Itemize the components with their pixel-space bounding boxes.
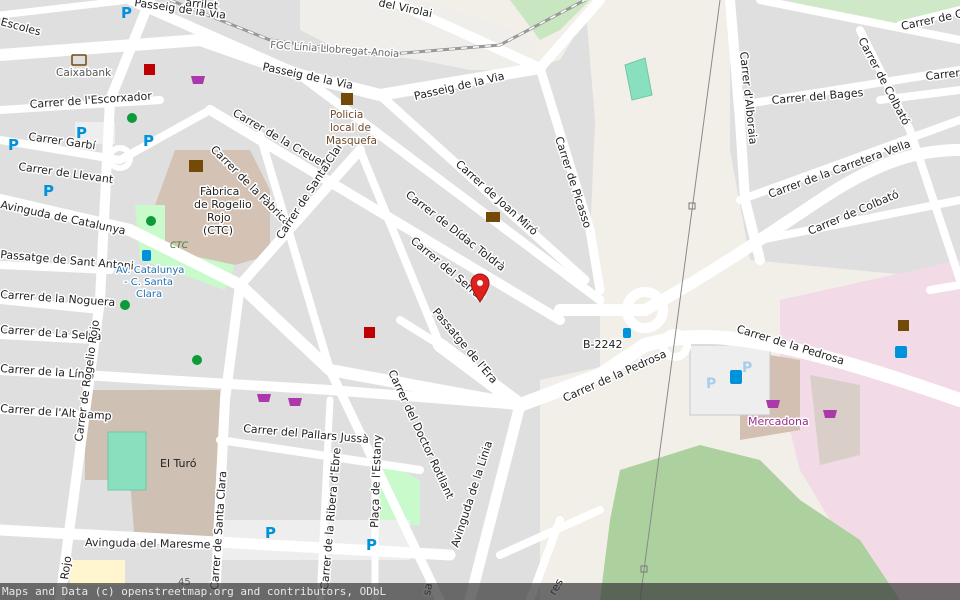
- poi-label-bus-stop-3: Clara: [136, 289, 162, 300]
- poi-label-bus-stop-2: - C. Santa: [124, 277, 173, 288]
- parking-icon[interactable]: P: [706, 376, 716, 392]
- shop-icon[interactable]: [823, 410, 837, 418]
- playground-icon[interactable]: [120, 300, 130, 310]
- parking-icon[interactable]: P: [742, 360, 752, 376]
- poi-label-ctc: CTC: [170, 241, 189, 251]
- shop-icon[interactable]: [191, 76, 205, 84]
- poi-label-policia-3: Masquefa: [326, 135, 377, 147]
- poi-label-policia-2: local de: [330, 122, 371, 134]
- pharmacy-icon[interactable]: [144, 64, 155, 75]
- museum-icon[interactable]: [189, 160, 203, 172]
- map-canvas[interactable]: Passeig de la Via Passeig de la Via Pass…: [0, 0, 960, 600]
- poi-label-policia-1: Policia: [330, 109, 363, 121]
- bus-stop-icon[interactable]: [623, 328, 631, 338]
- playground-icon[interactable]: [192, 355, 202, 365]
- police-icon[interactable]: [341, 93, 353, 105]
- shop-icon[interactable]: [766, 400, 780, 408]
- pharmacy-icon[interactable]: [364, 327, 375, 338]
- parking-icon[interactable]: P: [265, 524, 276, 542]
- map-svg: Passeig de la Via Passeig de la Via Pass…: [0, 0, 960, 600]
- poi-label-caixabank: Caixabank: [56, 67, 112, 79]
- school-area: [70, 560, 125, 585]
- parking-icon[interactable]: P: [76, 124, 87, 142]
- street-label-maresme: Avinguda del Maresme: [85, 536, 211, 551]
- charging-station-icon[interactable]: [730, 370, 742, 384]
- poi-label-fabrica-2: de Rogelio: [194, 198, 252, 211]
- sports-pitch-west: [107, 431, 147, 491]
- bus-stop-icon[interactable]: [142, 250, 151, 261]
- road-east-stub: [926, 281, 960, 294]
- shop-icon[interactable]: [288, 398, 302, 406]
- poi-label-fabrica-3: Rojo: [207, 211, 231, 224]
- parking-icon[interactable]: P: [366, 536, 377, 554]
- parking-icon[interactable]: P: [43, 182, 54, 200]
- poi-label-fabrica-1: Fàbrica: [200, 185, 239, 198]
- car-repair-icon[interactable]: [898, 320, 909, 331]
- playground-icon[interactable]: [146, 216, 156, 226]
- parking-icon[interactable]: P: [143, 132, 154, 150]
- parking-icon[interactable]: P: [121, 4, 132, 22]
- parking-icon[interactable]: P: [8, 136, 19, 154]
- playground-icon[interactable]: [127, 113, 137, 123]
- post-icon[interactable]: [486, 212, 500, 222]
- poi-label-bus-stop-1: Av. Catalunya: [116, 265, 184, 276]
- map-attribution: Maps and Data (c) openstreetmap.org and …: [0, 583, 960, 600]
- shop-icon[interactable]: [257, 394, 271, 402]
- street-label-b2242: B-2242: [583, 338, 623, 351]
- poi-label-mercadona: Mercadona: [748, 415, 809, 428]
- fuel-icon[interactable]: [895, 346, 907, 358]
- poi-label-el-turo: El Turó: [160, 457, 197, 470]
- poi-label-fabrica-4: (CTC): [203, 224, 233, 237]
- marker-dot: [477, 280, 483, 286]
